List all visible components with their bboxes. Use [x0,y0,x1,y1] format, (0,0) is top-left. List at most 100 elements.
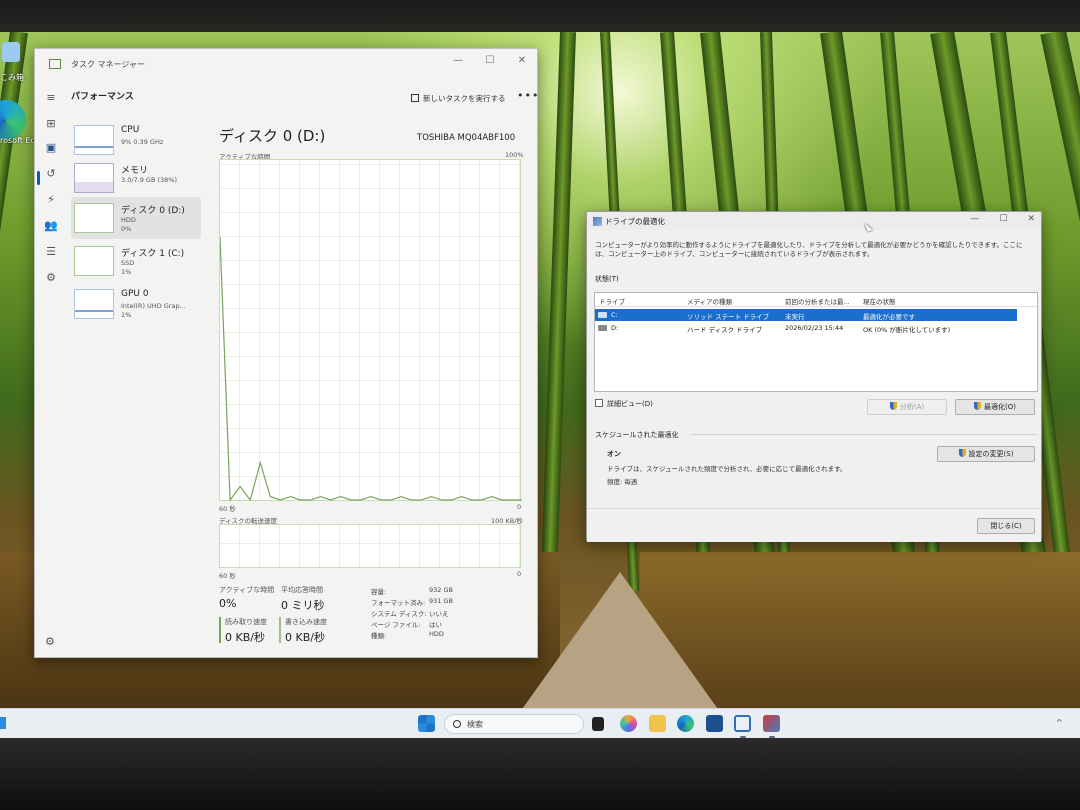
cpu-mini-graph [74,125,114,155]
start-windows-icon[interactable] [418,715,435,732]
perf-item-name: ディスク 1 (C:) [121,249,185,259]
task-view-icon[interactable] [592,717,604,731]
prop-value: はい [429,621,442,629]
services-icon[interactable]: ⚙ [44,271,58,285]
task-manager-titlebar[interactable]: タスク マネージャー — ☐ ✕ [35,49,537,79]
close-button[interactable]: 閉じる(C) [977,518,1035,534]
drive-list-header: ドライブ メディアの種類 前回の分析または最... 現在の状態 [595,293,1037,307]
uac-shield-icon [974,402,981,410]
drive-row-d[interactable]: D: ハード ディスク ドライブ 2026/02/23 15:44 OK (0%… [595,322,1017,334]
app-history-icon[interactable]: ↺ [44,167,58,181]
task-manager-window: タスク マネージャー — ☐ ✕ ≡ ⊞ ▣ ↺ ⚡ 👥 ☰ ⚙ ⚙ パフォーマ… [34,48,538,658]
maximize-icon[interactable]: ☐ [483,55,497,66]
hdd-drive-icon [598,325,607,331]
perf-item-usage: 0% [121,225,132,233]
performance-icon[interactable]: ▣ [44,141,58,155]
file-explorer-icon[interactable] [649,715,666,732]
prop-key: フォーマット済み: [371,599,426,607]
avg-response-value: 0 ミリ秒 [281,599,325,612]
dialog-titlebar[interactable]: ドライブの最適化 — ☐ ✕ [587,212,1041,230]
drive-list[interactable]: ドライブ メディアの種類 前回の分析または最... 現在の状態 C: ソリッド … [594,292,1038,392]
perf-item-name: CPU [121,125,140,135]
processes-icon[interactable]: ⊞ [44,117,58,131]
prop-value: 931 GB [429,597,453,605]
run-new-task-button[interactable]: 新しいタスクを実行する [411,93,506,104]
monitor-bezel-top [0,0,1080,36]
drive-status: 最適化が必要です [863,313,915,321]
memory-mini-graph [74,163,114,193]
copilot-icon[interactable] [620,715,637,732]
scheduled-description: ドライブは、スケジュールされた頻度で分析され、必要に応じて最適化されます。 [607,465,847,473]
write-speed-indicator [279,617,281,643]
prop-key: システム ディスク: [371,610,427,618]
status-label: 状態(T) [595,275,619,283]
disk1-mini-graph [74,246,114,276]
optimize-drives-taskbar-icon[interactable] [763,715,780,732]
change-settings-label: 設定の変更(S) [968,450,1014,458]
startup-apps-icon[interactable]: ⚡ [44,193,58,207]
close-icon[interactable]: ✕ [1027,214,1035,224]
minimize-icon[interactable]: — [970,214,979,224]
optimize-drives-dialog: ドライブの最適化 — ☐ ✕ コンピューターがより効率的に動作するようにドライブ… [586,211,1042,542]
task-manager-taskbar-icon[interactable] [734,715,751,732]
store-icon[interactable] [706,715,723,732]
task-manager-title: タスク マネージャー [71,60,145,69]
perf-item-memory[interactable]: メモリ 3.0/7.9 GB (38%) [71,157,201,199]
more-options-icon[interactable]: ••• [517,89,539,102]
details-icon[interactable]: ☰ [44,245,58,259]
graph2-xlabel: 60 秒 [219,572,236,580]
recycle-bin-icon[interactable] [2,42,20,62]
drive-media: ハード ディスク ドライブ [687,326,763,334]
settings-gear-icon[interactable]: ⚙ [45,635,55,648]
perf-item-disk-0[interactable]: ディスク 0 (D:) HDD 0% [71,197,201,239]
optimize-button[interactable]: 最適化(O) [955,399,1035,415]
drive-row-c[interactable]: C: ソリッド ステート ドライブ 未実行 最適化が必要です [595,309,1017,321]
drive-status: OK (0% が断片化しています) [863,326,951,334]
active-time-graph [219,159,522,502]
prop-key: 容量: [371,588,387,596]
scheduled-state: オン [607,450,621,458]
column-header-status[interactable]: 現在の状態 [863,296,896,306]
analyze-button[interactable]: 分析(A) [867,399,947,415]
perf-item-cpu[interactable]: CPU 9% 0.39 GHz [71,119,201,161]
perf-item-gpu[interactable]: GPU 0 Intel(R) UHD Grap... 1% [71,283,201,325]
run-new-task-label: 新しいタスクを実行する [423,94,506,103]
graph1-max: 100% [505,151,524,159]
dialog-description: コンピューターがより効率的に動作するようにドライブを最適化したり、ドライブを分析… [595,241,1023,258]
prop-value: いいえ [429,610,449,618]
column-header-drive[interactable]: ドライブ [599,296,625,306]
taskbar: 検索 ^ [0,708,1080,738]
defrag-icon [593,217,602,226]
taskbar-search[interactable]: 検索 [444,714,584,734]
change-settings-button[interactable]: 設定の変更(S) [937,446,1035,462]
search-placeholder: 検索 [467,720,483,729]
widgets-icon[interactable] [0,717,6,729]
uac-shield-icon [889,402,897,410]
column-header-media[interactable]: メディアの種類 [687,296,732,306]
analyze-button-label: 分析(A) [899,403,925,411]
perf-item-detail: 3.0/7.9 GB (38%) [121,176,178,184]
perf-item-name: メモリ [121,166,149,176]
disk-model: TOSHIBA MQ04ABF100 [417,133,516,143]
task-manager-sidebar: ≡ ⊞ ▣ ↺ ⚡ 👥 ☰ ⚙ [35,79,67,659]
users-icon[interactable]: 👥 [44,219,58,233]
prop-value: 932 GB [429,586,453,594]
edge-browser-icon[interactable] [677,715,694,732]
read-speed-indicator [219,617,221,643]
perf-item-disk-1[interactable]: ディスク 1 (C:) SSD 1% [71,240,201,282]
maximize-icon[interactable]: ☐ [999,214,1007,224]
tray-chevron-icon[interactable]: ^ [1056,718,1063,727]
column-header-last-run[interactable]: 前回の分析または最... [785,296,850,306]
detail-view-checkbox[interactable] [595,399,603,407]
ssd-drive-icon [598,312,607,318]
active-time-series [220,236,522,502]
active-time-value: 0% [219,597,237,610]
dialog-title: ドライブの最適化 [605,217,665,226]
perf-item-detail: 9% 0.39 GHz [121,138,164,146]
minimize-icon[interactable]: — [451,55,465,66]
hamburger-menu-icon[interactable]: ≡ [44,91,58,105]
optimize-button-label: 最適化(O) [984,403,1016,411]
transfer-rate-graph [219,524,521,568]
disk-title: ディスク 0 (D:) [219,127,326,145]
close-icon[interactable]: ✕ [515,55,529,66]
